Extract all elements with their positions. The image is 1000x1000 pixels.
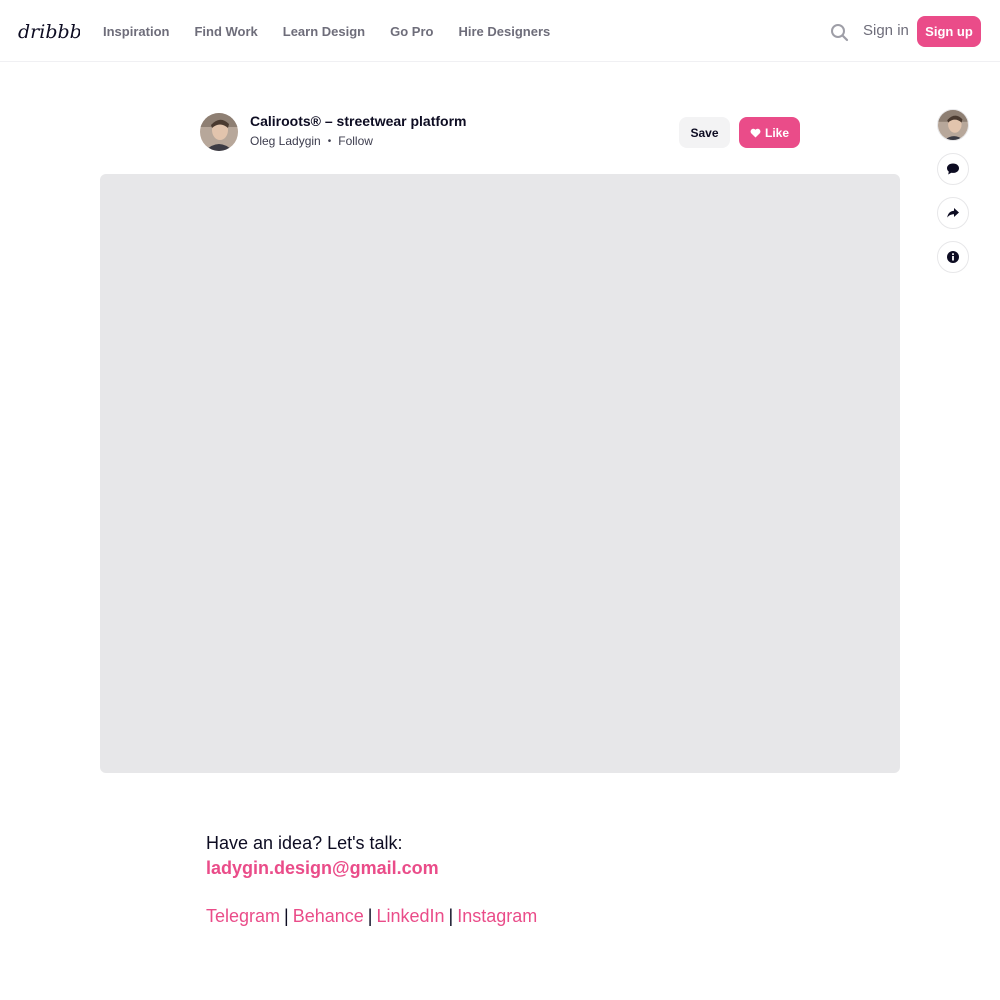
- telegram-link[interactable]: Telegram: [206, 906, 280, 926]
- nav-learn-design[interactable]: Learn Design: [283, 24, 365, 39]
- comments-button[interactable]: [937, 153, 969, 185]
- link-separator: |: [448, 906, 454, 926]
- author-name-link[interactable]: Oleg Ladygin: [250, 134, 321, 148]
- shot-meta: Oleg Ladygin • Follow: [250, 134, 373, 148]
- heart-icon: [750, 128, 761, 138]
- search-icon[interactable]: [830, 23, 849, 42]
- shot-description: Have an idea? Let's talk: ladygin.design…: [206, 831, 439, 881]
- author-avatar[interactable]: [200, 113, 238, 151]
- link-separator: |: [367, 906, 373, 926]
- nav-inspiration[interactable]: Inspiration: [103, 24, 169, 39]
- instagram-link[interactable]: Instagram: [457, 906, 537, 926]
- nav-hire-designers[interactable]: Hire Designers: [458, 24, 550, 39]
- share-icon: [947, 208, 959, 218]
- share-button[interactable]: [937, 197, 969, 229]
- linkedin-link[interactable]: LinkedIn: [376, 906, 444, 926]
- sign-in-link[interactable]: Sign in: [863, 22, 909, 39]
- social-links: Telegram | Behance | LinkedIn | Instagram: [206, 906, 537, 927]
- link-separator: |: [284, 906, 289, 926]
- description-intro: Have an idea? Let's talk:: [206, 833, 403, 853]
- shot-title: Caliroots® – streetwear platform: [250, 113, 467, 129]
- follow-link[interactable]: Follow: [338, 134, 373, 148]
- svg-text:dribbble: dribbble: [18, 21, 80, 43]
- sign-up-button[interactable]: Sign up: [917, 16, 981, 47]
- dribbble-logo[interactable]: dribbble: [18, 14, 80, 48]
- email-link[interactable]: ladygin.design@gmail.com: [206, 855, 439, 881]
- nav-find-work[interactable]: Find Work: [194, 24, 257, 39]
- like-label: Like: [764, 125, 789, 140]
- site-header: dribbble Inspiration Find Work Learn Des…: [0, 0, 1000, 62]
- like-button[interactable]: Like: [739, 117, 800, 148]
- info-icon: [947, 251, 959, 263]
- save-button[interactable]: Save: [679, 117, 730, 148]
- shot-details-button[interactable]: [937, 241, 969, 273]
- main-nav: Inspiration Find Work Learn Design Go Pr…: [103, 0, 575, 62]
- comment-icon: [947, 163, 959, 175]
- meta-separator: •: [327, 135, 332, 147]
- behance-link[interactable]: Behance: [293, 906, 364, 926]
- shot-image[interactable]: [100, 174, 900, 773]
- nav-go-pro[interactable]: Go Pro: [390, 24, 433, 39]
- sidebar-author-avatar[interactable]: [937, 109, 969, 141]
